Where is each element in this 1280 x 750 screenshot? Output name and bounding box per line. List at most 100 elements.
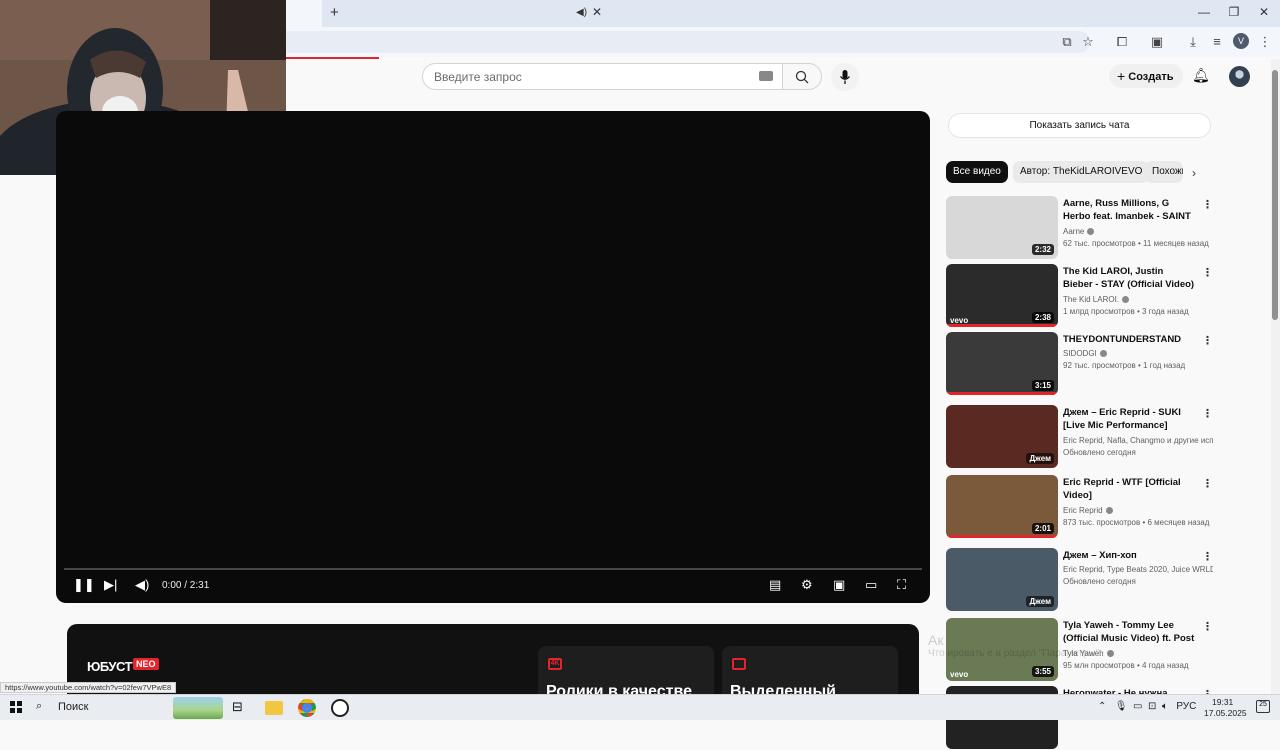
promo-banner[interactable]: ЮБУСТ NEO 4K Ролики в качестве Выделенны…	[67, 624, 919, 704]
duration-badge: 2:01	[1031, 523, 1054, 534]
clock-time[interactable]: 19:31	[1212, 697, 1233, 707]
video-thumbnail[interactable]: 2:01	[946, 475, 1058, 538]
show-chat-replay-button[interactable]: Показать запись чата	[948, 113, 1211, 138]
download-icon[interactable]: ⤓	[1184, 34, 1202, 50]
recommendation-item[interactable]: 3:15 THEYDONTUNDERSTAND SIDODGI 92 тыс. про…	[946, 332, 1218, 396]
profile-avatar[interactable]: V	[1233, 33, 1249, 49]
more-actions-icon[interactable]: ⋮	[1202, 334, 1213, 347]
active-tab[interactable]: ◀) ✕	[286, 0, 602, 27]
video-title[interactable]: Джем – Eric Reprid - SUKI [Live Mic Perf…	[1063, 406, 1195, 432]
volume-icon[interactable]: ◀)	[135, 577, 149, 593]
miniplayer-icon[interactable]: ▣	[833, 577, 845, 593]
account-avatar[interactable]	[1229, 66, 1250, 87]
more-actions-icon[interactable]: ⋮	[1202, 477, 1213, 490]
microphone-icon[interactable]: 🎙︎	[1115, 701, 1128, 712]
language-indicator[interactable]: РУС	[1176, 701, 1196, 712]
channel-name[interactable]: Eric Reprid	[1063, 506, 1213, 515]
verified-icon	[1105, 507, 1113, 515]
duration-badge: 2:32	[1031, 244, 1054, 255]
taskbar-search[interactable]: Поиск	[58, 701, 88, 713]
create-label: Создать	[1128, 71, 1174, 83]
watched-progress-bar	[946, 392, 1058, 395]
clock-date[interactable]: 17.05.2025	[1204, 708, 1247, 718]
search-box[interactable]: Введите запрос	[422, 63, 783, 90]
notification-center-icon[interactable]: 25	[1256, 700, 1270, 713]
more-actions-icon[interactable]: ⋮	[1202, 620, 1213, 633]
video-progress-bar[interactable]	[64, 568, 922, 570]
create-button[interactable]: + Создать	[1109, 64, 1183, 88]
fullscreen-icon[interactable]: ⛶	[897, 577, 906, 593]
next-icon[interactable]: ▶|	[104, 577, 117, 593]
scrollbar-thumb[interactable]	[1272, 70, 1278, 320]
recommendation-item[interactable]: Джем Джем – Eric Reprid - SUKI [Live Mic …	[946, 405, 1218, 469]
recommendation-item[interactable]: 2:32 Aarne, Russ Millions, G Herbo feat. …	[946, 196, 1218, 260]
video-title[interactable]: THEYDONTUNDERSTAND	[1063, 333, 1195, 346]
chip-author[interactable]: Автор: TheKidLAROIVEVO	[1013, 161, 1150, 183]
new-tab-button[interactable]: +	[330, 4, 339, 21]
kebab-menu-icon[interactable]: ⋮	[1256, 34, 1274, 50]
more-actions-icon[interactable]: ⋮	[1202, 198, 1213, 211]
channel-name-text: SIDODGI	[1063, 349, 1097, 358]
channel-name[interactable]: The Kid LAROI.	[1063, 295, 1213, 304]
video-meta: 95 млн просмотров • 4 года назад	[1063, 661, 1189, 670]
more-actions-icon[interactable]: ⋮	[1202, 550, 1213, 563]
window-close-icon[interactable]: ✕	[1249, 5, 1279, 19]
channel-name[interactable]: Eric Reprid, Type Beats 2020, Juice WRLD	[1063, 565, 1213, 574]
channel-name[interactable]: SIDODGI	[1063, 349, 1213, 358]
chrome-icon[interactable]	[298, 699, 316, 717]
more-actions-icon[interactable]: ⋮	[1202, 266, 1213, 279]
address-bar[interactable]	[250, 31, 1090, 53]
plus-icon: +	[1117, 68, 1126, 84]
video-thumbnail[interactable]: 3:15	[946, 332, 1058, 395]
video-title[interactable]: Tyla Yaweh - Tommy Lee (Official Music V…	[1063, 619, 1195, 646]
close-icon[interactable]: ✕	[592, 5, 602, 19]
search-input[interactable]: Введите запрос	[434, 70, 522, 84]
network-icon[interactable]: ⊡	[1148, 701, 1156, 712]
search-icon[interactable]: ⌕	[36, 700, 42, 713]
settings-gear-icon[interactable]: ⚙	[801, 577, 813, 593]
file-explorer-icon[interactable]	[265, 701, 283, 715]
chip-all-videos[interactable]: Все видео	[946, 161, 1008, 183]
chevron-up-icon[interactable]: ⌃	[1098, 701, 1106, 712]
pause-icon[interactable]: ❚❚	[73, 577, 95, 593]
theater-mode-icon[interactable]: ▭	[865, 577, 877, 593]
display-icon[interactable]: ▭	[1133, 701, 1142, 712]
video-title[interactable]: Aarne, Russ Millions, G Herbo feat. Iman…	[1063, 197, 1195, 223]
speaker-icon[interactable]: 🔈︎	[1162, 701, 1168, 712]
minimize-icon[interactable]: —	[1189, 5, 1219, 19]
sidepanel-icon[interactable]: ▣	[1148, 34, 1166, 50]
task-view-icon[interactable]: ⊟	[232, 699, 250, 717]
media-control-icon[interactable]: ≡	[1208, 34, 1226, 49]
channel-name[interactable]: Eric Reprid, Nafla, Changmo и другие исп…	[1063, 436, 1213, 445]
windows-start-icon[interactable]	[10, 701, 22, 713]
speaker-icon[interactable]: ◀)	[576, 7, 587, 18]
chip-related[interactable]: Похожие	[1145, 161, 1183, 183]
chevron-right-icon[interactable]: ›	[1192, 166, 1196, 180]
obs-icon[interactable]	[331, 699, 349, 717]
notifications-bell-icon[interactable]: 🔔︎	[1192, 67, 1210, 84]
keyboard-icon[interactable]	[759, 71, 773, 81]
weather-widget[interactable]	[173, 697, 223, 719]
video-thumbnail[interactable]: Джем	[946, 548, 1058, 611]
system-tray[interactable]: ⌃ 🎙︎ ▭ ⊡ 🔈︎ РУС	[1098, 701, 1196, 712]
video-thumbnail[interactable]: Джем	[946, 405, 1058, 468]
video-thumbnail[interactable]: 2:32	[946, 196, 1058, 259]
video-title[interactable]: The Kid LAROI, Justin Bieber - STAY (Off…	[1063, 265, 1195, 291]
video-meta: Обновлено сегодня	[1063, 577, 1136, 586]
restore-icon[interactable]: ❐	[1219, 5, 1249, 19]
voice-search-button[interactable]	[831, 63, 859, 91]
video-player[interactable]: ❚❚ ▶| ◀) 0:00 / 2:31 ▤ ⚙ ▣ ▭ ⛶	[56, 111, 930, 603]
extensions-icon[interactable]: ⧠	[1113, 34, 1131, 50]
more-actions-icon[interactable]: ⋮	[1202, 407, 1213, 420]
recommendation-item[interactable]: 2:01 Eric Reprid - WTF [Official Video] Er…	[946, 475, 1218, 539]
bookmark-star-icon[interactable]: ☆	[1079, 34, 1097, 50]
video-title[interactable]: Eric Reprid - WTF [Official Video]	[1063, 476, 1195, 502]
search-button[interactable]	[782, 63, 822, 90]
video-title[interactable]: Джем – Хип-хоп	[1063, 549, 1195, 562]
install-app-icon[interactable]: ⧉	[1058, 34, 1076, 50]
channel-name[interactable]: Aarne	[1063, 227, 1213, 236]
subtitles-icon[interactable]: ▤	[769, 577, 781, 593]
recommendation-item[interactable]: vevo 2:38 The Kid LAROI, Justin Bieber - S…	[946, 264, 1218, 328]
recommendation-item[interactable]: Джем Джем – Хип-хоп Eric Reprid, Type Beat…	[946, 548, 1218, 612]
video-thumbnail[interactable]: vevo 2:38	[946, 264, 1058, 327]
